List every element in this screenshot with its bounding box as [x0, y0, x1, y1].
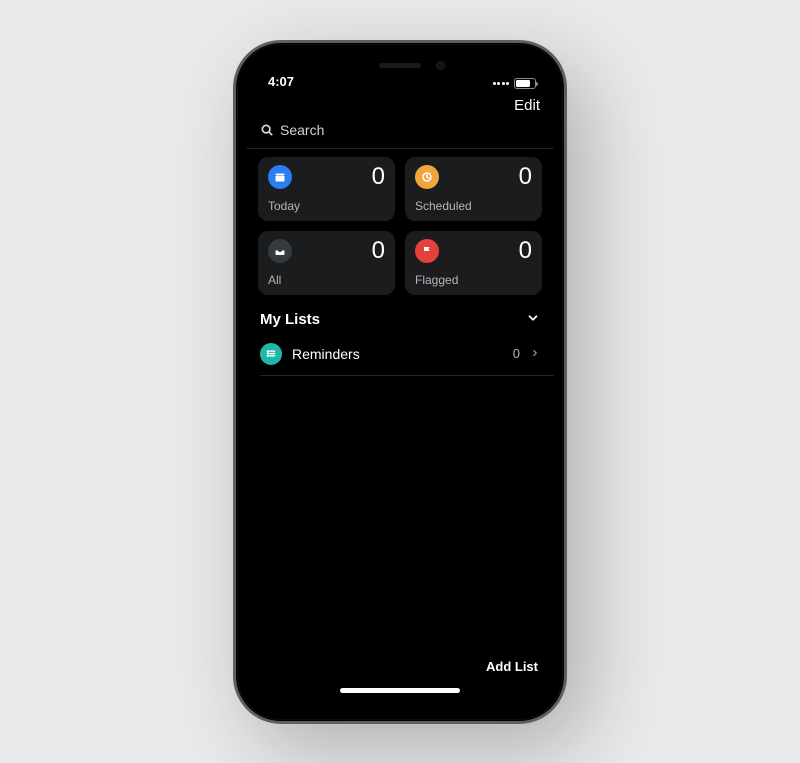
tile-flagged-count: 0	[519, 239, 532, 263]
tile-all[interactable]: 0 All	[258, 231, 395, 295]
list-item[interactable]: Reminders 0	[246, 335, 554, 375]
search-icon	[260, 123, 274, 137]
clock-icon	[415, 165, 439, 189]
battery-icon	[514, 78, 536, 89]
tile-today[interactable]: 0 Today	[258, 157, 395, 221]
chevron-down-icon	[526, 311, 540, 329]
cell-signal-icon	[493, 82, 510, 85]
tile-scheduled-label: Scheduled	[415, 199, 532, 213]
divider	[246, 148, 554, 149]
tile-flagged-label: Flagged	[415, 273, 532, 287]
flag-icon	[415, 239, 439, 263]
tile-scheduled-count: 0	[519, 165, 532, 189]
front-camera	[436, 61, 445, 70]
my-lists-title: My Lists	[260, 311, 320, 328]
calendar-today-icon	[268, 165, 292, 189]
speaker-grille	[379, 63, 421, 68]
screen: 4:07 Edit	[246, 53, 554, 711]
notch	[325, 53, 475, 79]
my-lists-header[interactable]: My Lists	[246, 295, 554, 335]
status-time: 4:07	[268, 74, 294, 89]
edit-button[interactable]: Edit	[514, 97, 540, 114]
smart-lists-grid: 0 Today 0 Scheduled	[246, 157, 554, 295]
nav-bar: Edit	[246, 91, 554, 118]
home-indicator[interactable]	[340, 688, 460, 693]
list-item-count: 0	[513, 346, 520, 361]
tile-flagged[interactable]: 0 Flagged	[405, 231, 542, 295]
tile-all-count: 0	[372, 239, 385, 263]
iphone-frame: 4:07 Edit	[233, 40, 567, 724]
search-input[interactable]	[280, 122, 540, 138]
list-item-name: Reminders	[292, 346, 360, 362]
chevron-right-icon	[530, 345, 540, 363]
tile-today-count: 0	[372, 165, 385, 189]
divider	[260, 375, 554, 376]
bottom-bar: Add List	[246, 649, 554, 711]
tile-all-label: All	[268, 273, 385, 287]
add-list-button[interactable]: Add List	[486, 659, 538, 674]
tile-scheduled[interactable]: 0 Scheduled	[405, 157, 542, 221]
list-bullet-icon	[260, 343, 282, 365]
search-row[interactable]	[246, 118, 554, 148]
tile-today-label: Today	[268, 199, 385, 213]
tray-icon	[268, 239, 292, 263]
